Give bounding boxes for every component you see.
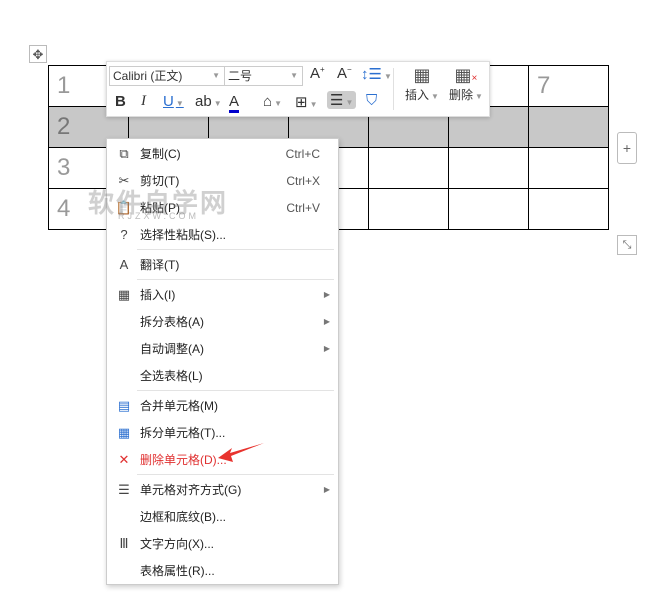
alignment-icon: ☰	[118, 482, 130, 497]
text-direction-icon: Ⅲ	[119, 536, 129, 551]
font-value: Calibri (正文)	[113, 69, 183, 83]
delete-label: 删除	[449, 88, 474, 102]
label: 翻译(T)	[140, 258, 180, 272]
cell[interactable]	[448, 188, 529, 230]
label: 删除单元格(D)...	[140, 453, 227, 467]
delete-table-icon: ▦×	[454, 65, 478, 85]
label: 边框和底纹(B)...	[140, 510, 226, 524]
menu-item-borders-shading[interactable]: 边框和底纹(B)...	[107, 504, 338, 530]
label: 复制(C)	[140, 147, 181, 161]
label: 选择性粘贴(S)...	[140, 228, 226, 242]
watermark-url: RJZXW.COM	[118, 211, 199, 221]
strikethrough-icon[interactable]: ab ▼	[195, 93, 222, 110]
shortcut: Ctrl+V	[286, 201, 320, 215]
label: 合并单元格(M)	[140, 399, 218, 413]
cell[interactable]	[528, 106, 609, 148]
red-arrow-annotation	[218, 443, 264, 462]
borders-icon[interactable]: ⊞ ▼	[295, 93, 318, 111]
align-icon[interactable]: ☰ ▼	[327, 91, 357, 109]
italic-button[interactable]: I	[141, 93, 146, 110]
table-insert-icon: ▦	[117, 287, 131, 302]
menu-item-paste-special[interactable]: ? 选择性粘贴(S)...	[107, 222, 338, 248]
menu-item-select-table[interactable]: 全选表格(L)	[107, 363, 338, 389]
cell[interactable]	[528, 188, 609, 230]
table-move-handle[interactable]: ✥	[29, 45, 47, 63]
submenu-arrow-icon: ▶	[323, 290, 330, 299]
underline-button[interactable]: U ▼	[163, 93, 184, 110]
delete-button[interactable]: ▦× 删除 ▼	[449, 65, 483, 103]
insert-table-icon: ▦	[413, 65, 431, 85]
size-value: 二号	[228, 69, 253, 83]
split-cells-icon: ▦	[117, 425, 131, 440]
cell[interactable]	[528, 147, 609, 189]
bold-button[interactable]: B	[115, 93, 126, 110]
copy-icon: ⧉	[119, 146, 129, 161]
label: 文字方向(X)...	[140, 537, 214, 551]
label: 单元格对齐方式(G)	[140, 483, 242, 497]
format-painter-icon[interactable]: ⛉	[366, 92, 377, 109]
label: 拆分表格(A)	[140, 315, 204, 329]
font-select[interactable]: Calibri (正文) ▼	[109, 66, 225, 86]
menu-item-table-properties[interactable]: 表格属性(R)...	[107, 558, 338, 584]
underline-label: U	[163, 93, 174, 110]
grow-font-icon[interactable]: A+	[310, 65, 325, 82]
shortcut: Ctrl+X	[286, 174, 320, 188]
label: 表格属性(R)...	[140, 564, 215, 578]
label: 插入(I)	[140, 288, 176, 302]
cell[interactable]: 7	[528, 65, 609, 107]
submenu-arrow-icon: ▶	[323, 344, 330, 353]
submenu-arrow-icon: ▶	[323, 317, 330, 326]
add-column-button[interactable]: +	[617, 132, 637, 164]
shortcut: Ctrl+C	[285, 147, 320, 161]
floating-toolbar: Calibri (正文) ▼ 二号 ▼ A+ A− ↕☰ ▼ B I U ▼ ab ▼ A…	[106, 61, 490, 117]
translate-icon: A	[119, 257, 129, 272]
menu-item-merge-cells[interactable]: ▤ 合并单元格(M)	[107, 393, 338, 419]
menu-item-copy[interactable]: ⧉ 复制(C) Ctrl+C	[107, 141, 338, 167]
insert-button[interactable]: ▦ 插入 ▼	[405, 65, 439, 103]
cell[interactable]	[448, 147, 529, 189]
shrink-font-icon[interactable]: A−	[337, 65, 352, 82]
font-color-icon[interactable]: A	[229, 93, 240, 113]
merge-cells-icon: ▤	[117, 398, 131, 413]
delete-cells-icon: ✕	[118, 452, 130, 467]
size-select[interactable]: 二号 ▼	[224, 66, 303, 86]
insert-label: 插入	[405, 88, 430, 102]
menu-item-split-table[interactable]: 拆分表格(A) ▶	[107, 309, 338, 335]
label: 拆分单元格(T)...	[140, 426, 226, 440]
menu-item-autofit[interactable]: 自动调整(A) ▶	[107, 336, 338, 362]
cell[interactable]	[368, 188, 449, 230]
menu-item-insert[interactable]: ▦ 插入(I) ▶	[107, 282, 338, 308]
label: 自动调整(A)	[140, 342, 204, 356]
cell[interactable]	[368, 147, 449, 189]
menu-item-translate[interactable]: A 翻译(T)	[107, 252, 338, 278]
table-resize-handle[interactable]: ⤡	[617, 235, 637, 255]
menu-item-cell-alignment[interactable]: ☰ 单元格对齐方式(G) ▶	[107, 477, 338, 503]
paste-special-icon: ?	[120, 227, 128, 242]
menu-item-text-direction[interactable]: Ⅲ 文字方向(X)...	[107, 531, 338, 557]
line-spacing-icon[interactable]: ↕☰ ▼	[361, 65, 392, 83]
highlight-icon[interactable]: ⌂ ▼	[263, 93, 282, 110]
label: 全选表格(L)	[140, 369, 203, 383]
submenu-arrow-icon: ▶	[323, 485, 330, 494]
